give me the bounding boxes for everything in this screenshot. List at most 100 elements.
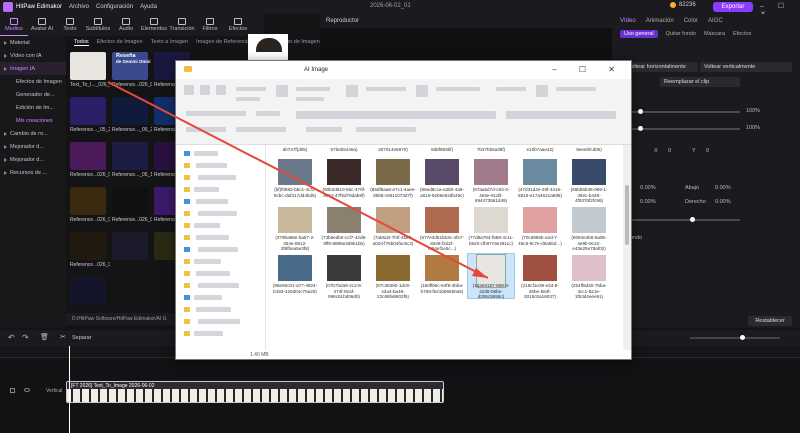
file-name[interactable]: (96ed8cca-a250-4a9-a016-9206e82db49c) [419,187,465,198]
file-thumbnail[interactable] [425,159,459,185]
ribbon-control[interactable] [346,85,358,97]
file-name[interactable]: 7b37bb5a38f) [468,147,514,153]
ribbon-control[interactable] [184,85,194,95]
file-thumbnail[interactable] [572,255,606,281]
sidenav-item[interactable]: Material [0,36,66,49]
sidenav-item[interactable]: Mejorador d... [0,140,66,153]
align-left-value[interactable]: 0.00% [640,185,656,191]
nav-folder-item[interactable] [198,211,237,216]
file-thumbnail[interactable] [376,207,410,233]
property-tab[interactable]: Vídeo [620,18,636,24]
ribbon-control[interactable] [296,111,496,119]
sidenav-item[interactable]: Vídeo con IA [0,49,66,62]
track-lock-icon[interactable] [10,388,15,393]
menu-configuracion[interactable]: Configuración [96,4,133,10]
property-subtab[interactable]: Máscara [704,31,725,37]
file-thumbnail[interactable] [327,159,361,185]
playhead[interactable] [69,346,70,433]
credits-badge[interactable]: 82236 [670,2,696,8]
ribbon-control[interactable] [496,87,526,91]
sidenav-item[interactable]: Mis creaciones [0,114,66,127]
reset-button[interactable]: Restablecer [748,316,792,326]
ribbon-control[interactable] [356,127,416,132]
align-right-value[interactable]: 0.00% [715,199,731,205]
nav-folder-item[interactable] [194,295,222,300]
zoom-slider[interactable] [690,337,780,339]
pos-x-value[interactable]: 0 [668,148,671,154]
file-name[interactable]: (254ff6d30-75ba-4cc1-821e-1f53d4eee91) [566,283,612,300]
tool-transition[interactable]: Transición [168,14,196,36]
file-name[interactable]: 57beb5446a) [321,147,367,153]
file-name[interactable]: 307014e6670) [370,147,416,153]
menu-ayuda[interactable]: Ayuda [140,4,157,10]
menu-archivo[interactable]: Archivo [69,4,89,10]
file-thumbnail[interactable] [523,255,557,281]
tool-filters[interactable]: Filtros [196,14,224,36]
file-name[interactable]: e10b7aae42) [517,147,563,153]
delete-icon[interactable]: 🗑 [40,333,49,341]
file-name[interactable]: (47d31d4e-29f-4416-8815-e17a4621a695) [517,187,563,198]
tool-text[interactable]: Texto [56,14,84,36]
explorer-scrollbar[interactable] [623,145,631,350]
file-thumbnail[interactable] [376,255,410,281]
file-name[interactable]: 9d8f993bf) [419,147,465,153]
tool-effects[interactable]: Efectos [224,14,252,36]
file-name[interactable]: d0747f(d05) [272,147,318,153]
ribbon-control[interactable] [296,97,324,101]
file-name[interactable]: (160ff66c-84f8-4bba-b768-f621b66650a5) [419,283,465,294]
nav-folder-item[interactable] [194,187,219,192]
nav-folder-item[interactable] [196,271,230,276]
file-name[interactable]: (219cf1e39-e34-8-46be-b84f-3015c0a16037) [517,283,563,300]
media-tab[interactable]: Todos [74,39,89,46]
media-thumbnail[interactable] [70,142,106,170]
ribbon-control[interactable] [296,87,330,91]
ribbon-control[interactable] [236,97,260,101]
file-name[interactable]: (07b7bda9-2c2-8-474f-92af-996c51bd06d0) [321,283,367,300]
export-button[interactable]: Exportar [713,2,753,12]
property-subtab[interactable]: Uso general [620,30,658,38]
nav-folder-item[interactable] [198,319,240,324]
ribbon-control[interactable] [366,87,406,91]
media-thumbnail[interactable] [112,187,148,215]
split-icon[interactable]: ✂ [60,333,66,341]
align-bottom-value[interactable]: 0.00% [715,185,731,191]
property-tab[interactable]: Color [684,18,698,24]
nav-folder-item[interactable] [196,307,231,312]
slider-track-1[interactable] [632,111,740,113]
zoom-knob[interactable] [740,335,745,340]
nav-folder-item[interactable] [198,247,238,252]
sidenav-item[interactable]: Efectos de Imagen [0,75,66,88]
file-thumbnail[interactable] [572,159,606,185]
file-thumbnail[interactable] [474,207,508,233]
file-thumbnail[interactable] [572,207,606,233]
media-thumbnail[interactable] [70,277,106,305]
replace-clip-button[interactable]: Reemplazar el clip [660,77,740,87]
media-thumbnail[interactable] [112,97,148,125]
file-name[interactable]: (77d8a784-f588-4c11-b920-cfb97c9e2811c) [468,235,514,246]
file-thumbnail[interactable] [327,207,361,233]
ribbon-control[interactable] [256,111,280,116]
nav-folder-item[interactable] [194,223,220,228]
file-name[interactable]: (60b2d810-65c-479f-a452-47f6d76dab9f) [321,187,367,198]
file-thumbnail[interactable] [474,159,508,185]
file-name[interactable]: (66bb6b38-069-1-492c-b448-4f0376f2fc98) [566,187,612,204]
nav-folder-item[interactable] [194,151,218,156]
track-visibility-icon[interactable] [24,388,30,392]
sidenav-item[interactable]: Edición de Im... [0,101,66,114]
slider-knob-2[interactable] [638,126,643,131]
ribbon-control[interactable] [276,85,288,97]
file-name[interactable]: (bf)f0883-b5c1-4cf1-9cbc-daf317dd4bd5) [272,187,318,198]
file-name[interactable]: (163e9187-969-3-42d8-b8be-d295c5958c) [468,283,514,300]
media-tab[interactable]: Imagen de Referencia [196,39,250,45]
ribbon-control[interactable] [186,127,226,132]
pos-y-value[interactable]: 0 [706,148,709,154]
file-name[interactable]: (65df6aa6-e7c1-4aee-85b6-c6611073d7f) [370,187,416,198]
nav-folder-item[interactable] [194,259,221,264]
property-subtab[interactable]: Efectos [733,31,751,37]
nav-folder-item[interactable] [196,235,229,240]
media-thumbnail[interactable] [70,97,106,125]
tool-elements[interactable]: Elementos [140,14,168,36]
ribbon-control[interactable] [536,85,548,97]
nav-folder-item[interactable] [194,331,223,336]
flip-vertical-button[interactable]: Voltear verticalmente [700,62,792,72]
